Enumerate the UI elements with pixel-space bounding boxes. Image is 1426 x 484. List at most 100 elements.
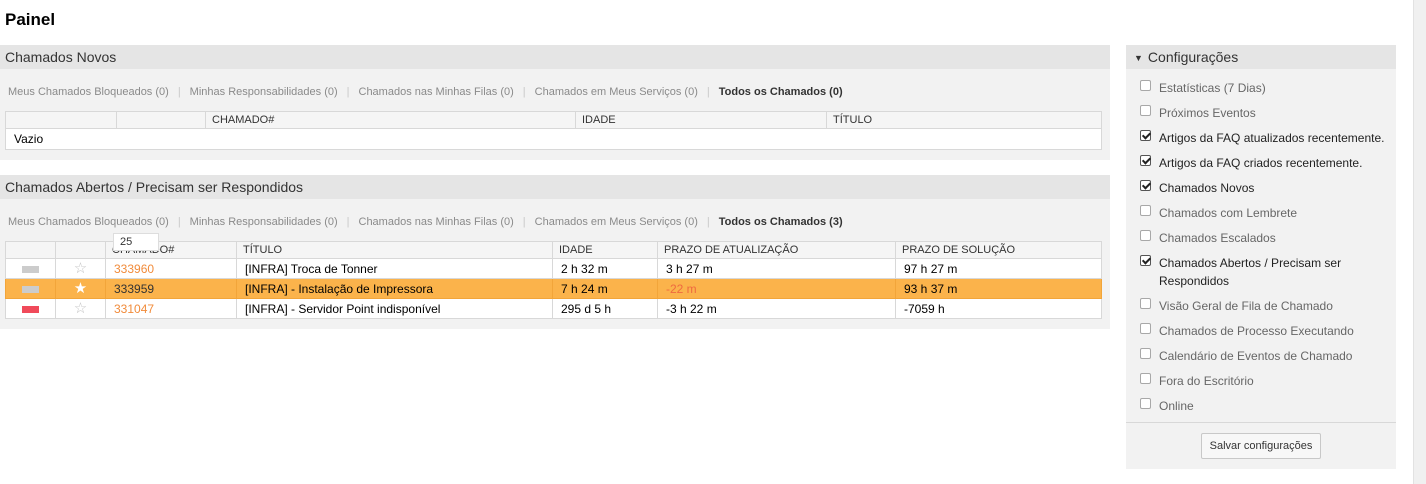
- config-item-label[interactable]: Chamados Novos: [1159, 179, 1389, 197]
- config-item-label[interactable]: Chamados Abertos / Precisam ser Respondi…: [1159, 254, 1389, 290]
- checkbox[interactable]: [1140, 348, 1151, 359]
- column-header-title[interactable]: TÍTULO: [826, 111, 1102, 129]
- star-cell[interactable]: ★: [55, 278, 106, 299]
- priority-indicator: [22, 305, 39, 313]
- tab-my-services[interactable]: Chamados em Meus Serviços (0): [535, 216, 698, 228]
- tab-responsibilities[interactable]: Minhas Responsabilidades (0): [190, 216, 338, 228]
- checkbox[interactable]: [1140, 130, 1151, 141]
- table-row[interactable]: ☆ 333960 [INFRA] Troca de Tonner 2 h 32 …: [5, 258, 1102, 279]
- config-item-label[interactable]: Fora do Escritório: [1159, 372, 1389, 390]
- ticket-age: 7 h 24 m: [552, 278, 658, 299]
- new-tickets-widget: Chamados Novos Meus Chamados Bloqueados …: [0, 45, 1110, 160]
- config-item-label[interactable]: Estatísticas (7 Dias): [1159, 79, 1389, 97]
- divider: [1126, 422, 1396, 423]
- tab-my-services[interactable]: Chamados em Meus Serviços (0): [535, 86, 698, 98]
- ticket-title[interactable]: [INFRA] Troca de Tonner: [236, 258, 553, 279]
- checkbox[interactable]: [1140, 230, 1151, 241]
- column-header-title[interactable]: TÍTULO: [236, 241, 553, 259]
- ticket-number[interactable]: 331047: [105, 298, 237, 319]
- config-item-label[interactable]: Online: [1159, 397, 1389, 415]
- checkbox[interactable]: [1140, 80, 1151, 91]
- star-cell[interactable]: ☆: [55, 298, 106, 319]
- column-header[interactable]: [116, 111, 206, 129]
- table-row[interactable]: ☆ 331047 [INFRA] - Servidor Point indisp…: [5, 298, 1102, 319]
- open-tickets-widget: Chamados Abertos / Precisam ser Respondi…: [0, 175, 1110, 329]
- column-header-ticket[interactable]: CHAMADO#: [205, 111, 576, 129]
- tab-separator: |: [346, 86, 350, 98]
- config-title: Configurações: [1147, 49, 1239, 65]
- config-item-label[interactable]: Calendário de Eventos de Chamado: [1159, 347, 1389, 365]
- priority-indicator: [22, 285, 39, 293]
- config-panel: ▼ Configurações Estatísticas (7 Dias) Pró…: [1126, 45, 1396, 469]
- tab-separator: |: [522, 86, 526, 98]
- tab-locked[interactable]: Meus Chamados Bloqueados (0): [8, 86, 169, 98]
- config-item-label[interactable]: Chamados de Processo Executando: [1159, 322, 1389, 340]
- ticket-link[interactable]: 333960: [114, 262, 154, 276]
- column-header-age[interactable]: IDADE: [552, 241, 658, 259]
- tab-my-queues[interactable]: Chamados nas Minhas Filas (0): [359, 216, 514, 228]
- config-item-label[interactable]: Visão Geral de Fila de Chamado: [1159, 297, 1389, 315]
- column-header-priority[interactable]: [5, 241, 56, 259]
- star-icon[interactable]: ☆: [74, 260, 87, 277]
- tab-separator: |: [346, 216, 350, 228]
- checkbox[interactable]: [1140, 298, 1151, 309]
- tab-locked[interactable]: Meus Chamados Bloqueados (0): [8, 216, 169, 228]
- priority-indicator: [22, 265, 39, 273]
- checkbox[interactable]: [1140, 180, 1151, 191]
- tab-all-tickets[interactable]: Todos os Chamados (3): [719, 216, 843, 228]
- tab-all-tickets[interactable]: Todos os Chamados (0): [719, 86, 843, 98]
- config-item-label[interactable]: Chamados com Lembrete: [1159, 204, 1389, 222]
- checkbox[interactable]: [1140, 105, 1151, 116]
- page-title: Painel: [5, 10, 56, 29]
- checkbox[interactable]: [1140, 155, 1151, 166]
- update-due: -22 m: [657, 278, 896, 299]
- config-item-label[interactable]: Chamados Escalados: [1159, 229, 1389, 247]
- open-tickets-tabs: Meus Chamados Bloqueados (0) | Minhas Resp…: [8, 216, 843, 228]
- new-tickets-header[interactable]: Chamados Novos: [0, 45, 1110, 69]
- config-item-label[interactable]: Artigos da FAQ atualizados recentemente.: [1159, 129, 1389, 147]
- checkbox[interactable]: [1140, 398, 1151, 409]
- ticket-title[interactable]: [INFRA] - Instalação de Impressora: [236, 278, 553, 299]
- star-icon[interactable]: ☆: [74, 300, 87, 317]
- ticket-age: 295 d 5 h: [552, 298, 658, 319]
- ticket-link[interactable]: 331047: [114, 302, 154, 316]
- open-tickets-table: CHAMADO# TÍTULO IDADE PRAZO DE ATUALIZAÇ…: [5, 241, 1102, 319]
- config-header[interactable]: ▼ Configurações: [1126, 45, 1396, 69]
- caret-down-icon[interactable]: ▼: [1134, 53, 1143, 63]
- tab-separator: |: [706, 86, 710, 98]
- column-header-age[interactable]: IDADE: [575, 111, 827, 129]
- priority-cell: [5, 258, 56, 279]
- config-item-label[interactable]: Artigos da FAQ criados recentemente.: [1159, 154, 1389, 172]
- star-icon[interactable]: ★: [74, 280, 87, 297]
- star-cell[interactable]: ☆: [55, 258, 106, 279]
- save-settings-button[interactable]: Salvar configurações: [1201, 433, 1321, 459]
- solution-due: 97 h 27 m: [895, 258, 1102, 279]
- tab-separator: |: [177, 216, 181, 228]
- checkbox[interactable]: [1140, 323, 1151, 334]
- priority-cell: [5, 278, 56, 299]
- page-size-selector[interactable]: 25: [113, 233, 159, 251]
- priority-cell: [5, 298, 56, 319]
- ticket-number[interactable]: 333960: [105, 258, 237, 279]
- ticket-number[interactable]: 333959: [105, 278, 237, 299]
- column-header-solution-due[interactable]: PRAZO DE SOLUÇÃO: [895, 241, 1102, 259]
- tab-separator: |: [522, 216, 526, 228]
- update-due: 3 h 27 m: [657, 258, 896, 279]
- column-header-update-due[interactable]: PRAZO DE ATUALIZAÇÃO: [657, 241, 896, 259]
- vertical-scrollbar[interactable]: [1413, 0, 1426, 484]
- tab-my-queues[interactable]: Chamados nas Minhas Filas (0): [359, 86, 514, 98]
- checkbox[interactable]: [1140, 373, 1151, 384]
- empty-message: Vazio: [5, 128, 1102, 150]
- column-header-star[interactable]: [55, 241, 106, 259]
- checkbox[interactable]: [1140, 205, 1151, 216]
- config-item-label[interactable]: Próximos Eventos: [1159, 104, 1389, 122]
- column-header[interactable]: [5, 111, 117, 129]
- checkbox[interactable]: [1140, 255, 1151, 266]
- new-tickets-tabs: Meus Chamados Bloqueados (0) | Minhas Resp…: [8, 86, 843, 98]
- table-row[interactable]: ★ 333959 [INFRA] - Instalação de Impress…: [5, 278, 1102, 299]
- open-tickets-header[interactable]: Chamados Abertos / Precisam ser Respondi…: [0, 175, 1110, 199]
- ticket-link[interactable]: 333959: [114, 282, 154, 296]
- tab-responsibilities[interactable]: Minhas Responsabilidades (0): [190, 86, 338, 98]
- tab-separator: |: [177, 86, 181, 98]
- ticket-title[interactable]: [INFRA] - Servidor Point indisponível: [236, 298, 553, 319]
